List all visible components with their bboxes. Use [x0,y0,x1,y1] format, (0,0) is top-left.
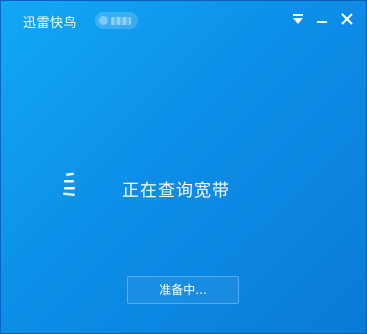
dropdown-menu-icon [293,14,303,24]
app-window: 迅雷快鸟 正在查询宽带 准备中... [0,0,367,334]
loading-spinner-icon [62,171,78,199]
minimize-icon [317,21,327,23]
close-button[interactable] [339,11,355,27]
avatar [99,16,108,25]
title-bar[interactable]: 迅雷快鸟 [1,1,366,39]
menu-button[interactable] [290,11,306,27]
app-title: 迅雷快鸟 [23,16,78,31]
minimize-button[interactable] [314,11,330,27]
status-text: 正在查询宽带 [122,181,230,201]
blurred-account-name [111,17,131,25]
preparing-button[interactable]: 准备中... [127,276,239,304]
close-icon [341,13,353,25]
account-badge[interactable] [95,12,138,29]
